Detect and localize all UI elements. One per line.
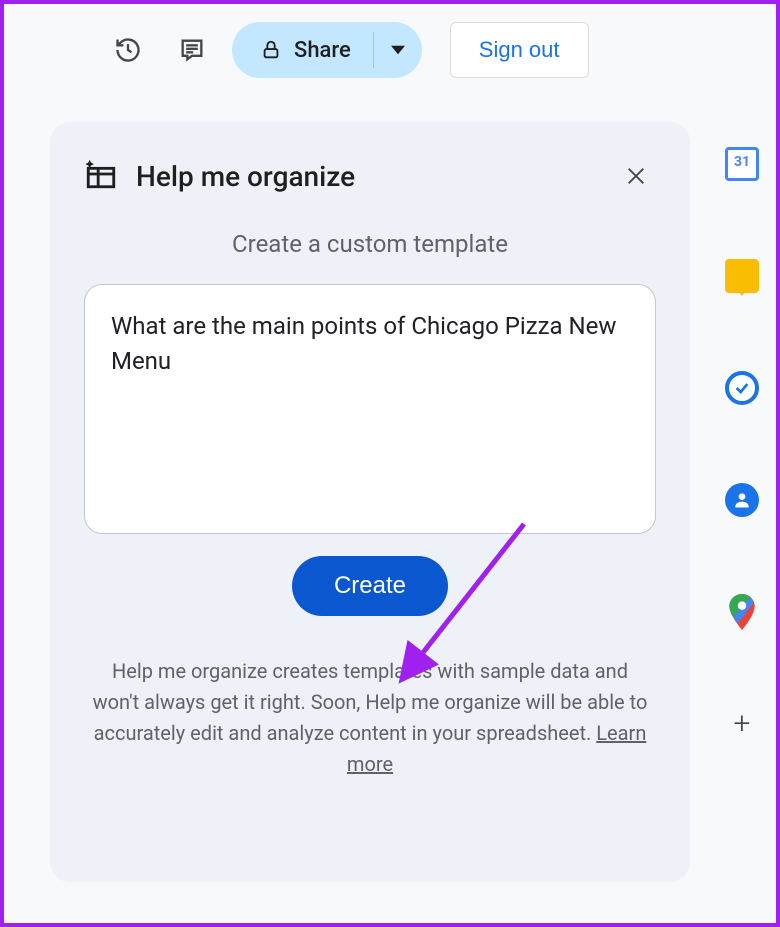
disclaimer-body: Help me organize creates templates with … <box>93 659 648 745</box>
keep-icon <box>725 259 759 293</box>
share-button-group: Share <box>232 22 422 78</box>
version-history-button[interactable] <box>104 26 152 74</box>
contacts-app-button[interactable] <box>722 480 762 520</box>
top-toolbar: Share Sign out <box>4 20 776 80</box>
help-me-organize-icon <box>84 157 118 195</box>
keep-app-button[interactable] <box>722 256 762 296</box>
contacts-icon <box>725 483 759 517</box>
panel-subtitle: Create a custom template <box>84 230 656 258</box>
prompt-input[interactable]: What are the main points of Chicago Pizz… <box>84 284 656 534</box>
side-panel: + <box>720 144 764 744</box>
disclaimer-text: Help me organize creates templates with … <box>84 656 656 780</box>
create-button[interactable]: Create <box>292 556 448 616</box>
tasks-icon <box>725 371 759 405</box>
share-button[interactable]: Share <box>232 22 373 78</box>
comments-button[interactable] <box>168 26 216 74</box>
maps-app-button[interactable] <box>722 592 762 632</box>
help-me-organize-panel: Help me organize Create a custom templat… <box>50 122 690 882</box>
calendar-icon <box>725 147 759 181</box>
add-addon-button[interactable]: + <box>722 704 762 744</box>
close-button[interactable] <box>616 156 656 196</box>
lock-icon <box>260 39 282 61</box>
panel-title: Help me organize <box>136 160 598 193</box>
maps-icon <box>729 594 755 630</box>
tasks-app-button[interactable] <box>722 368 762 408</box>
plus-icon: + <box>734 709 751 739</box>
calendar-app-button[interactable] <box>722 144 762 184</box>
panel-header: Help me organize <box>84 156 656 196</box>
close-icon <box>625 165 647 187</box>
share-label: Share <box>294 38 351 63</box>
share-dropdown-button[interactable] <box>374 22 422 78</box>
chevron-down-icon <box>391 43 405 57</box>
signout-button[interactable]: Sign out <box>450 22 589 78</box>
